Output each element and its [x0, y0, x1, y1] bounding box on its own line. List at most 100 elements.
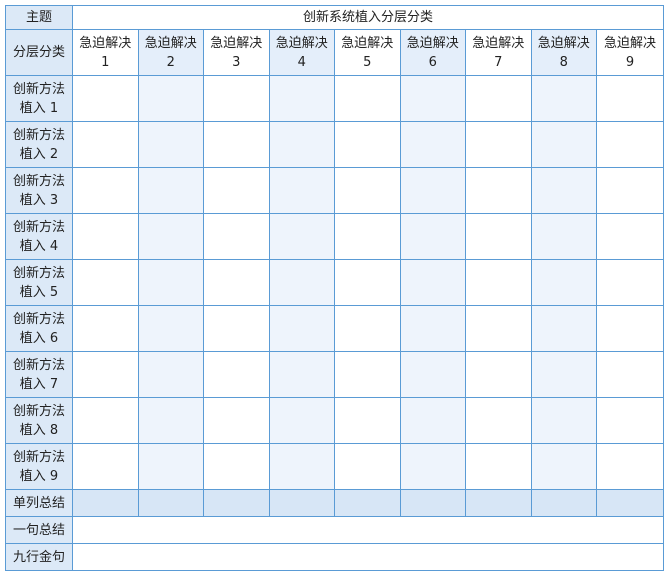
grid-cell[interactable]	[203, 397, 270, 444]
grid-cell[interactable]	[465, 259, 532, 306]
grid-cell[interactable]	[334, 305, 401, 352]
grid-cell[interactable]	[465, 167, 532, 214]
grid-cell[interactable]	[595, 75, 665, 122]
grid-cell[interactable]	[334, 397, 401, 444]
grid-cell[interactable]	[465, 305, 532, 352]
grid-cell[interactable]	[72, 397, 139, 444]
grid-cell[interactable]	[137, 121, 204, 168]
grid-cell[interactable]	[72, 305, 139, 352]
grid-cell[interactable]	[399, 351, 466, 398]
grid-cell[interactable]	[137, 75, 204, 122]
grid-cell[interactable]	[203, 443, 270, 490]
column-summary-cell[interactable]	[465, 489, 532, 517]
grid-cell[interactable]	[530, 259, 597, 306]
column-header-title: 急迫解决	[341, 35, 394, 51]
grid-cell[interactable]	[530, 213, 597, 260]
grid-cell[interactable]	[595, 443, 665, 490]
grid-cell[interactable]	[72, 75, 139, 122]
column-header-number: 8	[559, 54, 568, 70]
grid-cell[interactable]	[137, 351, 204, 398]
row-label-1: 创新方法 植入 1	[5, 75, 73, 122]
grid-cell[interactable]	[334, 443, 401, 490]
row-label-3: 创新方法 植入 3	[5, 167, 73, 214]
grid-cell[interactable]	[268, 213, 335, 260]
column-summary-cell[interactable]	[137, 489, 204, 517]
grid-cell[interactable]	[465, 351, 532, 398]
grid-cell[interactable]	[465, 443, 532, 490]
grid-cell[interactable]	[203, 213, 270, 260]
grid-cell[interactable]	[595, 167, 665, 214]
grid-cell[interactable]	[465, 121, 532, 168]
grid-cell[interactable]	[465, 397, 532, 444]
column-summary-cell[interactable]	[399, 489, 466, 517]
column-summary-cell[interactable]	[268, 489, 335, 517]
one-sentence-input[interactable]	[71, 516, 665, 544]
column-summary-cell[interactable]	[595, 489, 665, 517]
grid-cell[interactable]	[334, 259, 401, 306]
grid-cell[interactable]	[203, 351, 270, 398]
grid-cell[interactable]	[399, 167, 466, 214]
grid-cell[interactable]	[72, 121, 139, 168]
grid-cell[interactable]	[530, 167, 597, 214]
grid-cell[interactable]	[72, 351, 139, 398]
grid-cell[interactable]	[595, 121, 665, 168]
grid-cell[interactable]	[72, 259, 139, 306]
grid-cell[interactable]	[137, 397, 204, 444]
grid-cell[interactable]	[334, 121, 401, 168]
grid-cell[interactable]	[268, 259, 335, 306]
grid-cell[interactable]	[334, 75, 401, 122]
grid-cell[interactable]	[203, 305, 270, 352]
grid-cell[interactable]	[399, 75, 466, 122]
column-summary-cell[interactable]	[203, 489, 270, 517]
grid-cell[interactable]	[399, 397, 466, 444]
grid-cell[interactable]	[203, 259, 270, 306]
grid-cell[interactable]	[530, 75, 597, 122]
grid-cell[interactable]	[399, 305, 466, 352]
grid-cell[interactable]	[203, 75, 270, 122]
grid-cell[interactable]	[399, 443, 466, 490]
column-summary-cell[interactable]	[334, 489, 401, 517]
grid-cell[interactable]	[203, 167, 270, 214]
nine-lines-input[interactable]	[71, 543, 665, 571]
grid-cell[interactable]	[72, 213, 139, 260]
grid-cell[interactable]	[595, 259, 665, 306]
grid-cell[interactable]	[399, 259, 466, 306]
column-summary-cell[interactable]	[530, 489, 597, 517]
grid-cell[interactable]	[530, 443, 597, 490]
grid-cell[interactable]	[399, 213, 466, 260]
grid-cell[interactable]	[137, 443, 204, 490]
grid-cell[interactable]	[268, 305, 335, 352]
grid-cell[interactable]	[268, 397, 335, 444]
grid-cell[interactable]	[137, 167, 204, 214]
grid-cell[interactable]	[137, 259, 204, 306]
grid-cell[interactable]	[530, 397, 597, 444]
grid-cell[interactable]	[530, 121, 597, 168]
grid-cell[interactable]	[465, 213, 532, 260]
column-summary-cell[interactable]	[72, 489, 139, 517]
grid-cell[interactable]	[465, 75, 532, 122]
column-header-number: 4	[297, 54, 306, 70]
grid-cell[interactable]	[530, 351, 597, 398]
grid-cell[interactable]	[595, 397, 665, 444]
grid-cell[interactable]	[595, 351, 665, 398]
grid-cell[interactable]	[137, 305, 204, 352]
grid-cell[interactable]	[72, 443, 139, 490]
grid-cell[interactable]	[595, 305, 665, 352]
grid-cell[interactable]	[530, 305, 597, 352]
grid-cell[interactable]	[268, 75, 335, 122]
grid-cell[interactable]	[334, 213, 401, 260]
grid-cell[interactable]	[595, 213, 665, 260]
column-header-number: 7	[494, 54, 503, 70]
column-header-6: 急迫解决 6	[399, 29, 466, 76]
grid-cell[interactable]	[268, 121, 335, 168]
grid-cell[interactable]	[334, 351, 401, 398]
grid-cell[interactable]	[334, 167, 401, 214]
grid-cell[interactable]	[268, 443, 335, 490]
grid-cell[interactable]	[268, 167, 335, 214]
grid-cell[interactable]	[268, 351, 335, 398]
grid-cell[interactable]	[203, 121, 270, 168]
grid-cell[interactable]	[72, 167, 139, 214]
grid-cell[interactable]	[399, 121, 466, 168]
table-row: 创新方法 植入 8	[5, 397, 665, 444]
grid-cell[interactable]	[137, 213, 204, 260]
